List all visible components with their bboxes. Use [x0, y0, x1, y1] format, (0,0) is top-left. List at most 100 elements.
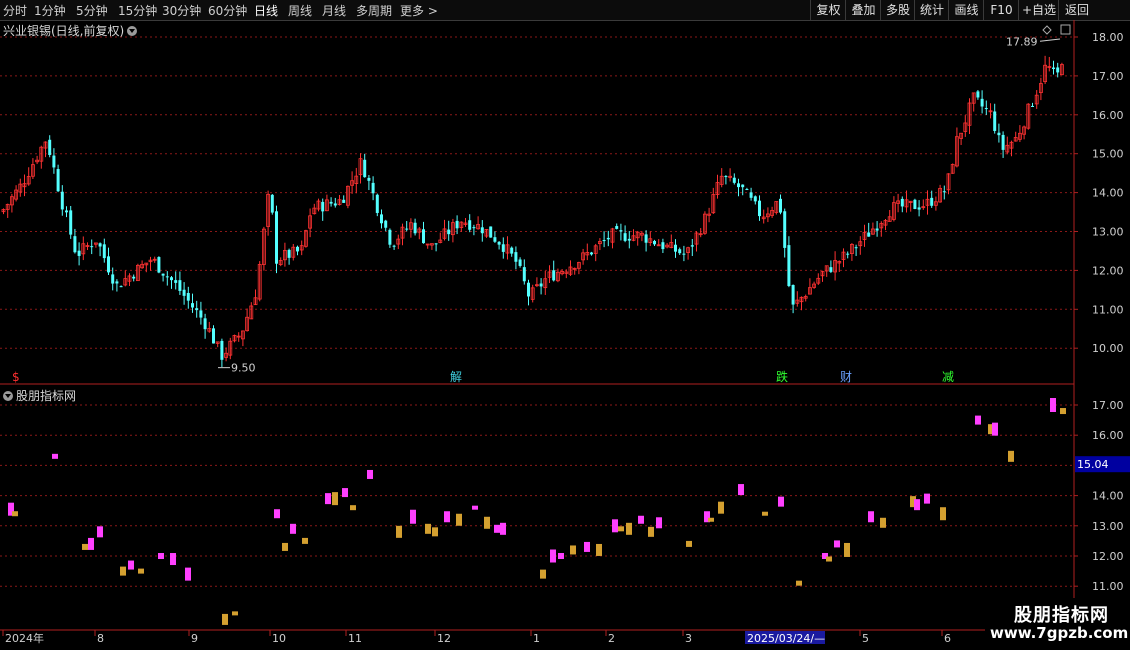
candle-body: [724, 176, 728, 178]
candle-body: [510, 247, 514, 254]
indicator-bar: [558, 553, 564, 559]
candle-body: [997, 132, 1001, 136]
candle-body: [212, 328, 215, 344]
indicator-bar: [718, 501, 724, 514]
indicator-bar: [940, 507, 946, 521]
indicator-bar: [232, 611, 238, 616]
candle-body: [98, 243, 102, 247]
indicator-bar: [12, 511, 18, 517]
current-value-label: 15.04: [1077, 458, 1109, 471]
candle-body: [480, 227, 484, 234]
candle-body: [182, 289, 186, 296]
price-tick-label: 13.00: [1092, 226, 1124, 239]
candle-body: [875, 228, 879, 231]
candle-body: [111, 274, 115, 284]
indicator-bar: [992, 422, 998, 436]
kline-chart: 18.00 17.00 16.00 15.00 14.00 13.00 12.00 11.00…: [0, 20, 1130, 645]
candle-body: [690, 245, 694, 247]
candle-body: [661, 242, 665, 250]
candle-body: [455, 220, 459, 229]
indicator-bar: [302, 537, 308, 544]
candle-body: [107, 256, 110, 273]
candle-body: [527, 282, 530, 297]
indicator-bar: [648, 526, 654, 537]
candle-body: [942, 191, 946, 193]
price-tick-label: 11.00: [1092, 303, 1124, 316]
candle-body: [165, 276, 169, 278]
indicator-bar: [274, 509, 280, 519]
indicator-bar: [540, 569, 546, 579]
price-tick-label: 15.00: [1092, 148, 1124, 161]
indicator-bar: [638, 515, 644, 524]
candle-body: [653, 240, 656, 245]
price-tick-label: 10.00: [1092, 342, 1124, 355]
candle-body: [854, 247, 858, 249]
indicator-bar: [584, 541, 590, 552]
candle-body: [119, 286, 123, 288]
x-axis-label: 10: [272, 632, 286, 645]
candle-body: [56, 169, 60, 192]
candle-body: [606, 237, 610, 240]
indicator-bar: [342, 488, 348, 498]
indicator-bar: [432, 527, 438, 537]
indicator-bar: [1060, 408, 1066, 415]
candle-body: [779, 198, 782, 213]
x-axis-label: 1: [533, 632, 540, 645]
candle-body: [472, 227, 476, 229]
indicator-tick-label: 16.00: [1092, 429, 1124, 442]
event-marker: 跌: [776, 369, 788, 384]
indicator-bar: [82, 543, 88, 550]
dropdown-circle-icon[interactable]: [127, 26, 138, 36]
candle-body: [867, 232, 871, 237]
indicator-bar: [844, 542, 850, 557]
indicator-bar: [282, 542, 288, 551]
candle-body: [1031, 105, 1034, 107]
indicator-bar: [796, 580, 802, 586]
x-axis-label: 2024年: [5, 631, 44, 645]
high-arrow: [1039, 38, 1061, 42]
candle-body: [602, 240, 606, 242]
candle-body: [518, 259, 522, 266]
indicator-title: 股朋指标网: [16, 389, 77, 403]
price-tick-label: 17.00: [1092, 70, 1124, 83]
x-axis-label: 5: [862, 632, 869, 645]
candle-body: [170, 277, 173, 281]
candle-body: [984, 108, 988, 110]
indicator-bar: [120, 566, 126, 576]
indicator-tick-label: 14.00: [1092, 490, 1124, 503]
indicator-bar: [128, 560, 134, 570]
candle-body: [753, 196, 757, 202]
candle-body: [405, 228, 409, 230]
candle-body: [619, 230, 623, 232]
indicator-bar: [222, 613, 228, 625]
indicator-bar: [97, 526, 103, 538]
indicator-bar: [472, 505, 478, 510]
dropdown-circle-icon[interactable]: [3, 391, 13, 401]
main-panel-title: 兴业银锡(日线,前复权): [3, 22, 138, 39]
candle-body: [678, 249, 682, 254]
candle-body: [745, 189, 749, 191]
x-axis-label: 6: [944, 632, 951, 645]
indicator-bar: [975, 415, 981, 425]
candle-body: [157, 257, 161, 273]
candle-body: [737, 183, 740, 188]
price-tick-label: 18.00: [1092, 31, 1124, 44]
indicator-bar: [618, 526, 624, 532]
candle-body: [758, 200, 761, 217]
candle-body: [287, 249, 291, 258]
candle-body: [900, 198, 904, 207]
candle-body: [422, 229, 425, 244]
candle-body: [590, 252, 593, 255]
candle-body: [501, 244, 505, 252]
candle-body: [342, 199, 346, 203]
candle-body: [447, 229, 451, 235]
candle-body: [930, 197, 934, 206]
indicator-bar: [834, 540, 840, 548]
indicator-tick-label: 13.00: [1092, 520, 1124, 533]
indicator-bar: [686, 540, 692, 547]
candle-body: [434, 243, 438, 245]
high-price-label: 17.89: [1006, 35, 1038, 48]
indicator-bar: [350, 505, 356, 511]
indicator-bar: [170, 553, 176, 566]
candle-body: [741, 184, 745, 188]
